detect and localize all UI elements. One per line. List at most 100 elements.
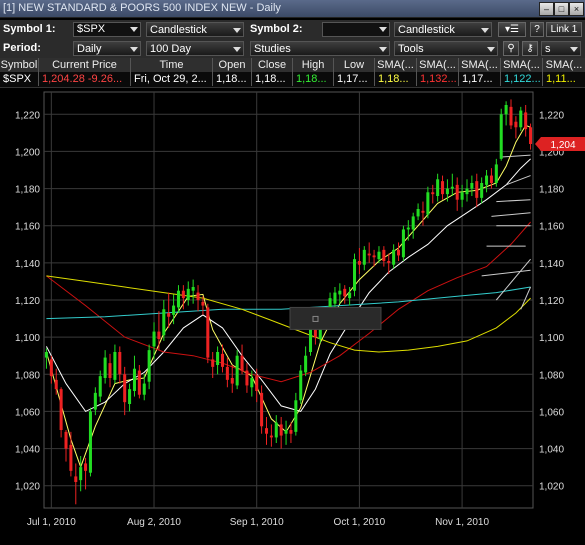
zoom-icon[interactable]: ⚲ [503, 41, 519, 56]
quote-price: 1,204.28 -9.26... [39, 72, 131, 86]
help-button[interactable]: ? [530, 22, 544, 37]
info-box [289, 306, 382, 330]
candle-body [64, 431, 68, 449]
period-select[interactable]: Daily [73, 41, 141, 56]
candle-body [431, 192, 435, 195]
col-symbol: Symbol [0, 58, 39, 72]
y-tick-label-left: 1,200 [15, 147, 40, 158]
close-button[interactable]: × [569, 2, 584, 16]
candle-body [123, 374, 127, 403]
candle-body [401, 229, 405, 258]
candle-body [79, 467, 83, 481]
quote-open: 1,18... [213, 72, 252, 86]
symbol1-input[interactable]: $SPX [73, 22, 141, 37]
y-tick-label-right: 1,060 [539, 407, 564, 418]
y-tick-label-right: 1,220 [539, 110, 564, 121]
candle-body [299, 370, 303, 401]
symbol2-input[interactable] [322, 22, 390, 37]
candle-body [269, 435, 273, 438]
candle-body [235, 355, 239, 386]
candle-body [284, 430, 288, 434]
col-sma3: SMA(... [459, 58, 501, 72]
candle-body [49, 359, 53, 377]
candle-body [74, 476, 78, 482]
candle-body [421, 210, 425, 213]
candle-body [426, 192, 430, 215]
x-tick-label: Nov 1, 2010 [435, 517, 489, 528]
candle-body [220, 353, 225, 367]
candle-body [392, 249, 396, 265]
candle-body [260, 392, 264, 427]
candle-body [406, 227, 410, 230]
candle-body [372, 255, 376, 258]
candle-body [152, 331, 156, 347]
candle-body [397, 249, 401, 256]
x-tick-label: Aug 2, 2010 [127, 517, 181, 528]
price-chart[interactable]: 1,020 1,020 1,040 1,040 1,060 1,060 1,080 1,080… [0, 88, 585, 545]
quote-row[interactable]: $SPX 1,204.28 -9.26... Fri, Oct 29, 2...… [0, 72, 585, 88]
menu-list-icon[interactable]: ▾☰ [498, 22, 526, 37]
candle-body [529, 127, 533, 144]
candle-body [348, 292, 352, 299]
col-sma1: SMA(... [375, 58, 417, 72]
y-tick-label-left: 1,040 [15, 445, 40, 456]
candle-body [509, 106, 513, 126]
candle-body [167, 313, 171, 317]
y-tick-label-left: 1,020 [15, 482, 40, 493]
period-toolbar: Period: Daily 100 Day Studies Tools ⚲ ⚷ … [0, 39, 585, 58]
candle-body [245, 370, 249, 386]
y-tick-label-right: 1,180 [539, 185, 564, 196]
candle-body [84, 463, 88, 471]
link-button[interactable]: Link 1 [546, 22, 582, 37]
candle-body [147, 350, 151, 382]
maximize-button[interactable]: □ [554, 2, 569, 16]
y-tick-label-left: 1,120 [15, 296, 40, 307]
candle-body [142, 383, 146, 395]
symbol-toolbar: Symbol 1: $SPX Candlestick Symbol 2: Can… [0, 20, 585, 39]
candle-body [367, 253, 371, 256]
candle-body [313, 329, 317, 338]
candle-body [445, 188, 449, 195]
candle-body [308, 327, 313, 352]
col-open: Open [213, 58, 252, 72]
chart-style-select[interactable]: Candlestick [146, 22, 244, 37]
tools-select[interactable]: Tools [394, 41, 498, 56]
candle-body [137, 370, 141, 395]
candle-body [519, 110, 523, 128]
candle-body [206, 307, 210, 358]
y-tick-label-right: 1,140 [539, 259, 564, 270]
candle-body [504, 105, 508, 115]
x-tick-label: Jul 1, 2010 [27, 517, 76, 528]
candle-body [103, 357, 107, 378]
range-select[interactable]: 100 Day [146, 41, 244, 56]
candle-body [294, 400, 298, 432]
candle-body [416, 209, 420, 217]
candle-body [343, 288, 347, 297]
studies-select[interactable]: Studies [250, 41, 390, 56]
candle-body [201, 301, 205, 306]
y-tick-label-left: 1,100 [15, 333, 40, 344]
x-tick-label: Sep 1, 2010 [230, 517, 284, 528]
col-time: Time [131, 58, 213, 72]
candle-body [450, 186, 454, 189]
col-sma4: SMA(... [501, 58, 543, 72]
key-icon[interactable]: ⚷ [522, 41, 538, 56]
quote-low: 1,17... [334, 72, 375, 86]
candle-body [59, 389, 63, 430]
candle-body [411, 216, 415, 230]
quote-close: 1,18... [252, 72, 293, 86]
minimize-button[interactable]: – [539, 2, 554, 16]
candle-body [176, 290, 180, 308]
symbol1-label: Symbol 1: [3, 23, 56, 35]
y-tick-label-left: 1,180 [15, 185, 40, 196]
s-select[interactable]: s [541, 41, 581, 56]
candle-body [230, 378, 234, 384]
candle-body [289, 430, 293, 434]
col-close: Close [252, 58, 293, 72]
candle-body [499, 114, 503, 159]
symbol2-label: Symbol 2: [250, 23, 303, 35]
chart-style2-select[interactable]: Candlestick [394, 22, 492, 37]
quote-sma2: 1,132... [417, 72, 459, 86]
y-tick-label-right: 1,020 [539, 482, 564, 493]
candle-body [514, 121, 518, 128]
